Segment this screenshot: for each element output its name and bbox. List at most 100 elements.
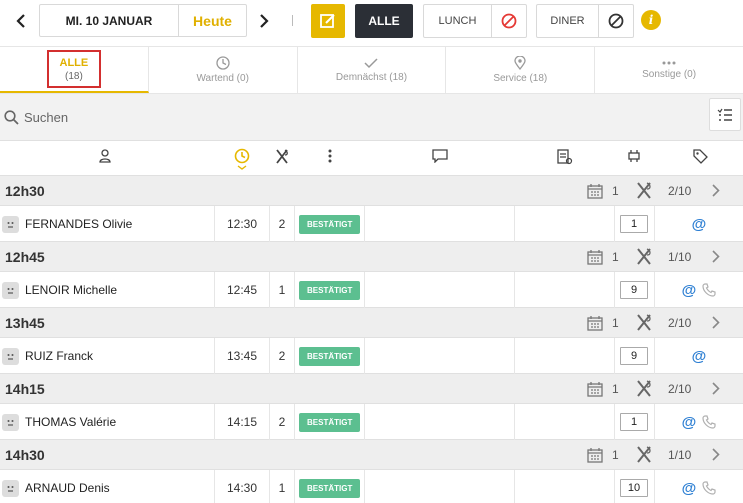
- tab-service[interactable]: Service (18): [446, 47, 596, 93]
- time-slot-header[interactable]: 14h15 1 2/10: [0, 374, 743, 404]
- cutlery-icon[interactable]: [275, 149, 289, 165]
- table-row[interactable]: ARNAUD Denis 14:30 1 BESTÄTIGT 10 @: [0, 470, 743, 503]
- covers-count: 1/10: [668, 448, 692, 462]
- chevron-right-icon[interactable]: [712, 382, 720, 395]
- lunch-group: LUNCH: [423, 4, 527, 38]
- status-badge[interactable]: BESTÄTIGT: [299, 214, 361, 234]
- list-filter-icon: [717, 108, 733, 122]
- table-row[interactable]: RUIZ Franck 13:45 2 BESTÄTIGT 9 @: [0, 338, 743, 374]
- status-cell: BESTÄTIGT: [295, 470, 365, 503]
- time-slot-header[interactable]: 14h30 1 1/10: [0, 440, 743, 470]
- persons-cell: 2: [270, 206, 295, 242]
- calendar-icon: [587, 447, 603, 463]
- lunch-button[interactable]: LUNCH: [424, 5, 492, 37]
- comment-cell[interactable]: [365, 404, 515, 440]
- status-badge[interactable]: BESTÄTIGT: [299, 478, 361, 498]
- reservation-count: 1: [612, 316, 619, 330]
- notes-icon[interactable]: [557, 149, 573, 165]
- chevron-right-icon[interactable]: [712, 316, 720, 329]
- edit-button[interactable]: [311, 4, 345, 38]
- time-cell: 12:45: [215, 272, 270, 308]
- email-icon[interactable]: @: [682, 282, 697, 299]
- table-icon[interactable]: [627, 149, 641, 163]
- covers-count: 2/10: [668, 382, 692, 396]
- block-icon: [608, 13, 624, 29]
- notes-cell[interactable]: [515, 470, 615, 503]
- reservation-time: 13:45: [226, 349, 258, 363]
- phone-icon[interactable]: [702, 415, 716, 429]
- all-services-button[interactable]: ALLE: [355, 4, 413, 38]
- notes-cell[interactable]: [515, 404, 615, 440]
- chevron-right-icon[interactable]: [712, 184, 720, 197]
- time-slot-header[interactable]: 12h45 1 1/10: [0, 242, 743, 272]
- table-row[interactable]: THOMAS Valérie 14:15 2 BESTÄTIGT 1 @: [0, 404, 743, 440]
- tab-demnaechst[interactable]: Demnächst (18): [298, 47, 447, 93]
- notes-cell[interactable]: [515, 338, 615, 374]
- chevron-right-icon[interactable]: [712, 250, 720, 263]
- toolbar-divider: [292, 15, 293, 26]
- top-toolbar: MI. 10 JANUAR Heute ALLE LUNCH DINER i: [0, 0, 743, 46]
- table-number[interactable]: 9: [620, 281, 648, 299]
- email-icon[interactable]: @: [692, 216, 707, 233]
- phone-icon[interactable]: [702, 481, 716, 495]
- time-slot-label: 14h30: [5, 447, 45, 463]
- tab-label: Service (18): [493, 73, 548, 84]
- time-slot-label: 14h15: [5, 381, 45, 397]
- table-cell: 9: [615, 272, 655, 308]
- table-row[interactable]: LENOIR Michelle 12:45 1 BESTÄTIGT 9 @: [0, 272, 743, 308]
- status-badge[interactable]: BESTÄTIGT: [299, 346, 361, 366]
- cutlery-icon: [636, 248, 652, 266]
- comment-icon[interactable]: [432, 149, 448, 163]
- table-number[interactable]: 9: [620, 347, 648, 365]
- status-cell: BESTÄTIGT: [295, 404, 365, 440]
- comment-cell[interactable]: [365, 206, 515, 242]
- table-row[interactable]: FERNANDES Olivie 12:30 2 BESTÄTIGT 1 @: [0, 206, 743, 242]
- lunch-toggle[interactable]: [492, 5, 526, 37]
- tab-wartend[interactable]: Wartend (0): [149, 47, 298, 93]
- guest-name: LENOIR Michelle: [25, 283, 118, 297]
- time-slot-header[interactable]: 13h45 1 2/10: [0, 308, 743, 338]
- comment-cell[interactable]: [365, 470, 515, 503]
- guest-face-icon: [2, 281, 19, 299]
- today-button[interactable]: Heute: [179, 5, 246, 36]
- tag-icon[interactable]: [693, 149, 708, 164]
- chevron-left-icon[interactable]: [9, 8, 33, 34]
- tab-alle[interactable]: ALLE (18): [0, 47, 149, 93]
- diner-toggle[interactable]: [599, 5, 633, 37]
- email-icon[interactable]: @: [692, 348, 707, 365]
- status-badge[interactable]: BESTÄTIGT: [299, 412, 361, 432]
- email-icon[interactable]: @: [682, 480, 697, 497]
- time-slot-label: 12h30: [5, 183, 45, 199]
- search-input[interactable]: [24, 106, 684, 128]
- covers-count: 1/10: [668, 250, 692, 264]
- phone-icon[interactable]: [702, 283, 716, 297]
- tab-sonstige[interactable]: Sonstige (0): [595, 47, 743, 93]
- person-icon[interactable]: [99, 149, 111, 163]
- guest-face-icon: [2, 413, 19, 431]
- date-label[interactable]: MI. 10 JANUAR: [40, 5, 179, 36]
- guest-cell: FERNANDES Olivie: [0, 206, 215, 242]
- cutlery-icon: [636, 446, 652, 464]
- edit-icon: [319, 12, 337, 30]
- chevron-right-icon[interactable]: [252, 8, 276, 34]
- comment-cell[interactable]: [365, 272, 515, 308]
- info-icon[interactable]: i: [641, 10, 661, 30]
- guest-name: RUIZ Franck: [25, 349, 94, 363]
- time-slot-header[interactable]: 12h30 1 2/10: [0, 176, 743, 206]
- filter-button[interactable]: [709, 98, 741, 131]
- status-badge[interactable]: BESTÄTIGT: [299, 280, 361, 300]
- diner-button[interactable]: DINER: [537, 5, 599, 37]
- persons-count: 2: [278, 415, 286, 429]
- notes-cell[interactable]: [515, 206, 615, 242]
- table-number[interactable]: 10: [620, 479, 648, 497]
- more-vertical-icon[interactable]: [328, 149, 332, 163]
- notes-cell[interactable]: [515, 272, 615, 308]
- clock-icon[interactable]: [234, 148, 250, 170]
- chevron-right-icon[interactable]: [712, 448, 720, 461]
- table-number[interactable]: 1: [620, 215, 648, 233]
- cutlery-icon: [636, 314, 652, 332]
- comment-cell[interactable]: [365, 338, 515, 374]
- table-cell: 10: [615, 470, 655, 503]
- table-number[interactable]: 1: [620, 413, 648, 431]
- email-icon[interactable]: @: [682, 414, 697, 431]
